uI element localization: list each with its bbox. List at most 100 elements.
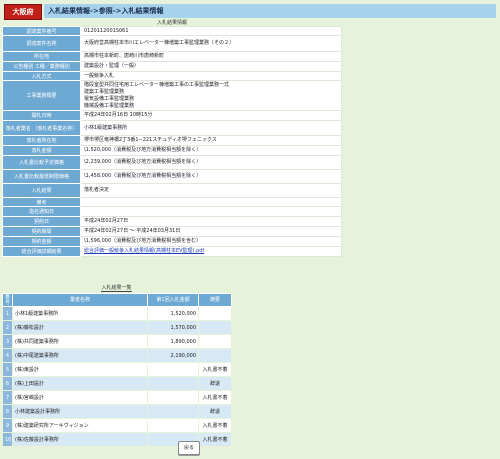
info-row: 落札金額 \1,520,000（消費税及び地方消費税相当額を除く） — [2, 145, 342, 156]
info-label: 契約期間 — [2, 226, 81, 237]
row-number: 6 — [2, 376, 13, 391]
info-table: 調達案件番号 0120112001S061 調達案件名称 大阪府営高槻柱本市川エレベー… — [2, 26, 342, 257]
info-label: 落札者所在地 — [2, 135, 81, 146]
info-value: 一般競争入札 — [80, 71, 342, 81]
results-section-title: 入札結果一覧 — [101, 285, 132, 292]
remarks-cell: 入札書不着 — [198, 390, 232, 405]
remarks-cell: 入札書不着 — [198, 418, 232, 433]
bid-amount — [147, 362, 199, 377]
info-label: 総合評価詳細結果 — [2, 246, 81, 257]
info-label: 契約日 — [2, 216, 81, 227]
info-label: 調達案件番号 — [2, 26, 81, 36]
info-label: 入札方式 — [2, 71, 81, 81]
table-row: 8 小林建築設計事務所 辞退 — [2, 404, 232, 419]
info-value: 総合評価一般競争入札結果情報(高槻柱本EV監理).pdf — [80, 246, 342, 257]
info-row: 調達案件番号 0120112001S061 — [2, 26, 342, 36]
row-number: 5 — [2, 362, 13, 377]
company-name: (株)佐藤設計事務所 — [12, 432, 148, 447]
info-row: 公告種別 工種／業務種別 建築設計・監理（一般） — [2, 61, 342, 72]
company-name: 小林1級建築事務所 — [12, 306, 148, 321]
info-row: 落札者業名 （落札者事業名称） 小林1級建築事務所 — [2, 120, 342, 136]
table-row: 3 (株)共同建築事務所 1,890,000 — [2, 334, 232, 349]
column-header-no: 番号 — [2, 293, 13, 307]
info-value-line: 建築工事監理業務 — [84, 88, 125, 95]
info-row: 総合評価詳細結果 総合評価一般競争入札結果情報(高槻柱本EV監理).pdf — [2, 246, 342, 257]
info-value-line: 電気設備工事監理業務 — [84, 95, 135, 102]
info-label: 開札日時 — [2, 110, 81, 121]
breadcrumb: 入札結果情報->参照->入札結果情報 — [44, 4, 496, 18]
row-number: 9 — [2, 418, 13, 433]
column-header-remarks: 摘要 — [198, 293, 232, 307]
row-number: 7 — [2, 390, 13, 405]
info-value: 平成24年02月27日 — [80, 216, 342, 227]
remarks-cell — [198, 320, 232, 335]
remarks-cell: 辞退 — [198, 376, 232, 391]
column-header-name: 業者名称 — [12, 293, 148, 307]
company-name: (株)建築研究所アーキヴィジョン — [12, 418, 148, 433]
info-row: 所在地 高槻市柱本新町、唐崎川市唐崎新町 — [2, 51, 342, 62]
prefecture-badge: 大阪府 — [4, 4, 42, 20]
info-value: 堺市堺区竜神橋2丁3番1−221スチュディオ堺フェニックス — [80, 135, 342, 146]
row-number: 2 — [2, 320, 13, 335]
bid-amount — [147, 376, 199, 391]
row-number: 1 — [2, 306, 13, 321]
remarks-cell: 入札書不着 — [198, 432, 232, 447]
info-value: 高槻市柱本新町、唐崎川市唐崎新町 — [80, 51, 342, 62]
info-value: \1,520,000（消費税及び地方消費税相当額を除く） — [80, 145, 342, 156]
info-row: 工事業務概要 階段室型共同住宅用エレベーター棟増築工事の工事監理業務一式 建築工事監… — [2, 80, 342, 111]
table-row: 5 (株)東設計 入札書不着 — [2, 362, 232, 377]
info-label: 調達案件名称 — [2, 35, 81, 52]
info-row: 開札日時 平成24年02月16日 10時15分 — [2, 110, 342, 121]
table-row: 6 (株)上田設計 辞退 — [2, 376, 232, 391]
info-row: 指名通知日 — [2, 206, 342, 217]
info-row: 入札書比較予定価格 \2,239,000（消費税及び地方消費税相当額を除く） — [2, 155, 342, 170]
info-label: 所在地 — [2, 51, 81, 62]
info-value: \1,596,000（消費税及び地方消費税相当額を含む） — [80, 236, 342, 247]
info-row: 入札書比較最低制限価格 \1,458,000（消費税及び地方消費税相当額を除く） — [2, 169, 342, 184]
info-label: 契約金額 — [2, 236, 81, 247]
info-label: 入札結果 — [2, 183, 81, 198]
company-name: (株)藤松設計 — [12, 320, 148, 335]
info-label: 公告種別 工種／業務種別 — [2, 61, 81, 72]
info-row: 入札方式 一般競争入札 — [2, 71, 342, 81]
bid-amount: 1,570,000 — [147, 320, 199, 335]
remarks-cell — [198, 348, 232, 363]
info-value — [80, 206, 342, 217]
results-table: 番号 業者名称 第1回入札金額 摘要 1 小林1級建築事務所 1,520,000 2(… — [2, 293, 232, 447]
info-label: 指名通知日 — [2, 206, 81, 217]
company-name: (株)宮嶋設計 — [12, 390, 148, 405]
info-row: 契約日 平成24年02月27日 — [2, 216, 342, 227]
row-number: 10 — [2, 432, 13, 447]
evaluation-pdf-link[interactable]: 総合評価一般競争入札結果情報(高槻柱本EV監理).pdf — [84, 248, 204, 254]
info-value: 建築設計・監理（一般） — [80, 61, 342, 72]
info-label: 工事業務概要 — [2, 80, 81, 111]
info-value-line: 階段室型共同住宅用エレベーター棟増築工事の工事監理業務一式 — [84, 81, 230, 88]
info-value: 小林1級建築事務所 — [80, 120, 342, 136]
info-value — [80, 197, 342, 207]
info-value: 平成24年02月27日 ～ 平成24年03月31日 — [80, 226, 342, 237]
bid-amount: 2,190,000 — [147, 348, 199, 363]
info-label: 入札書比較予定価格 — [2, 155, 81, 170]
bid-amount: 1,890,000 — [147, 334, 199, 349]
info-label: 入札書比較最低制限価格 — [2, 169, 81, 184]
table-row: 1 小林1級建築事務所 1,520,000 — [2, 306, 232, 321]
info-row: 落札者所在地 堺市堺区竜神橋2丁3番1−221スチュディオ堺フェニックス — [2, 135, 342, 146]
back-button[interactable]: 戻る — [178, 441, 200, 455]
info-row: 契約金額 \1,596,000（消費税及び地方消費税相当額を含む） — [2, 236, 342, 247]
company-name: (株)東設計 — [12, 362, 148, 377]
table-row: 2 (株)藤松設計 1,570,000 — [2, 320, 232, 335]
table-row: 4 (株)中尾建築事務所 2,190,000 — [2, 348, 232, 363]
info-row: 備考 — [2, 197, 342, 207]
remarks-cell — [198, 306, 232, 321]
info-value: 落札者決定 — [80, 183, 342, 198]
company-name: (株)中尾建築事務所 — [12, 348, 148, 363]
bid-amount — [147, 390, 199, 405]
info-value: 0120112001S061 — [80, 26, 342, 36]
info-value: \2,239,000（消費税及び地方消費税相当額を除く） — [80, 155, 342, 170]
info-value-line: 機械設備工事監理業務 — [84, 102, 135, 109]
info-label: 備考 — [2, 197, 81, 207]
info-row: 調達案件名称 大阪府営高槻柱本市川エレベーター棟増築工事監理業務（その２） — [2, 35, 342, 52]
bid-amount — [147, 404, 199, 419]
bid-amount: 1,520,000 — [147, 306, 199, 321]
company-name: (株)上田設計 — [12, 376, 148, 391]
